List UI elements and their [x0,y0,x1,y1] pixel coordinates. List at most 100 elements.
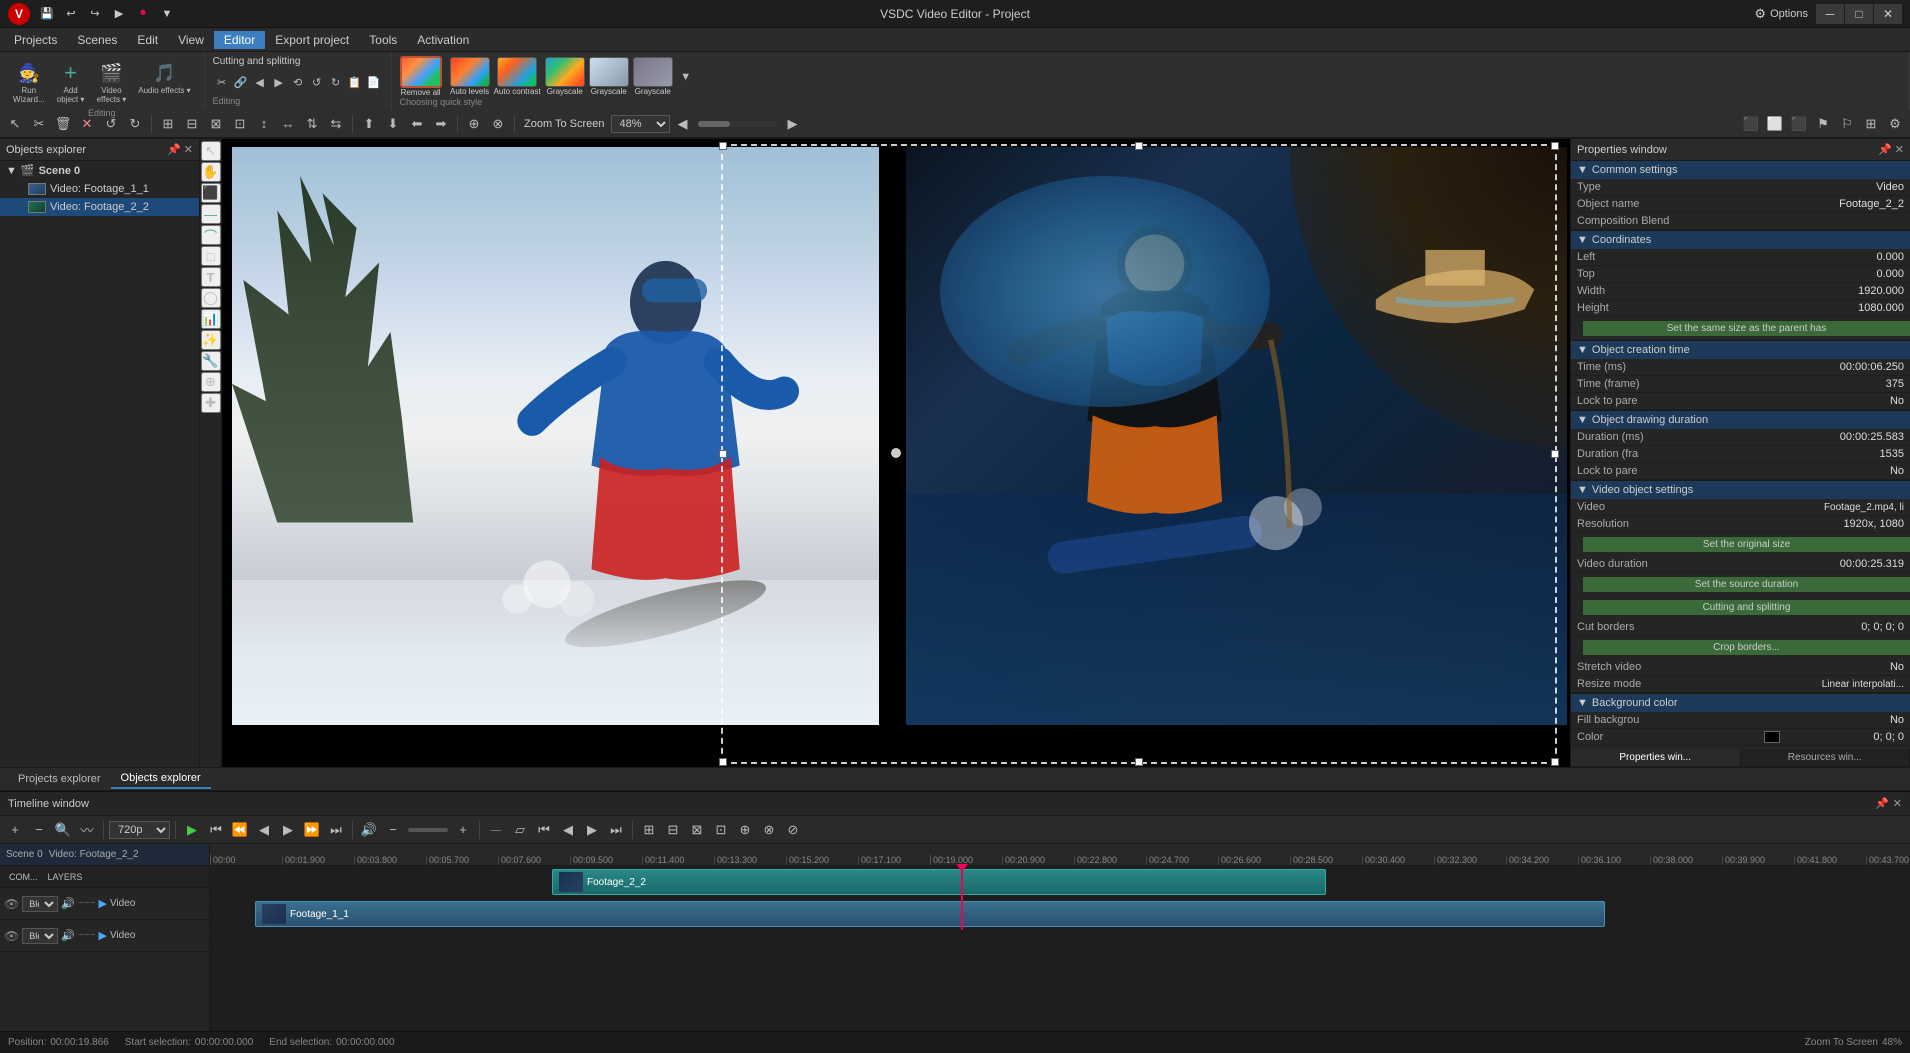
resolution-dropdown[interactable]: 720p 1080p [109,821,170,839]
tl-remove[interactable]: − [28,819,50,841]
t2-r5[interactable]: ⚐ [1836,113,1858,135]
run-wizard-button[interactable]: 🧙 RunWizard... [8,56,50,108]
lt-filter[interactable]: 🔧 [201,351,221,371]
tl-next-frame[interactable]: ⏩ [301,819,323,841]
quick-access-play[interactable]: ▶ [108,3,130,25]
tl-snake[interactable]: 〰 [76,819,98,841]
t2-align8[interactable]: ⇆ [325,113,347,135]
t2-redo2[interactable]: ↻ [124,113,146,135]
preview-area[interactable] [222,139,1570,767]
menu-tools[interactable]: Tools [359,31,407,49]
t2-r4[interactable]: ⚑ [1812,113,1834,135]
tl-step-back[interactable]: ◀ [253,819,275,841]
tl-next-mark2[interactable]: ⏭ [605,819,627,841]
t2-undo2[interactable]: ↺ [100,113,122,135]
track-2-eye[interactable]: 👁 [4,929,19,943]
layers-btn[interactable]: LAYERS [45,866,86,888]
t2-align3[interactable]: ⊠ [205,113,227,135]
com-btn[interactable]: COM... [6,866,41,888]
timeline-pin[interactable]: 📌 [1875,797,1889,810]
t2-x[interactable]: ✕ [76,113,98,135]
track-2-blend[interactable]: Blend [22,928,58,944]
select-btn[interactable]: ↖ [4,113,26,135]
lt-layers[interactable]: ⊕ [201,372,221,392]
tl-play[interactable]: ▶ [181,819,203,841]
tl-prev-frame[interactable]: ⏪ [229,819,251,841]
tl-snap1[interactable]: ⊞ [638,819,660,841]
menu-activation[interactable]: Activation [407,31,479,49]
tl-step-fwd[interactable]: ▶ [277,819,299,841]
tl-vol[interactable]: 🔊 [358,819,380,841]
t2-align7[interactable]: ⇅ [301,113,323,135]
menu-view[interactable]: View [168,31,214,49]
copy-btn[interactable]: 📋 [346,74,364,92]
quick-access-dropdown[interactable]: ▼ [156,3,178,25]
drawing-duration-header[interactable]: ▼ Object drawing duration [1571,411,1910,429]
t2-r1[interactable]: ⬛ [1740,113,1762,135]
menu-edit[interactable]: Edit [127,31,168,49]
objects-explorer-tab[interactable]: Objects explorer [111,769,211,789]
projects-explorer-tab[interactable]: Projects explorer [8,770,111,788]
paste-btn[interactable]: 📄 [365,74,383,92]
properties-tab[interactable]: Properties win... [1571,749,1741,766]
common-settings-header[interactable]: ▼ Common settings [1571,161,1910,179]
tl-to-start[interactable]: ⏮ [205,819,227,841]
lt-move[interactable]: ✋ [201,162,221,182]
coordinates-header[interactable]: ▼ Coordinates [1571,231,1910,249]
track-1-eye[interactable]: 👁 [4,897,19,911]
source-duration-button[interactable]: Set the source duration [1583,577,1910,592]
menu-export[interactable]: Export project [265,31,359,49]
tl-mark-out[interactable]: ⏥ [509,819,531,841]
t2-move2[interactable]: ⬇ [382,113,404,135]
zoom-select[interactable]: 48% 25% 50% 75% 100% [611,115,670,133]
tl-to-end[interactable]: ⏭ [325,819,347,841]
tl-prev-mark2[interactable]: ◀ [557,819,579,841]
undo-btn[interactable]: ↺ [308,74,326,92]
tl-snap3[interactable]: ⊠ [686,819,708,841]
audio-effects-button[interactable]: 🎵 Audio effects ▾ [133,56,195,108]
redo-btn[interactable]: ↻ [327,74,345,92]
menu-projects[interactable]: Projects [4,31,67,49]
quick-style-more[interactable]: ▼ [677,68,695,86]
same-size-button[interactable]: Set the same size as the parent has [1583,321,1910,336]
t2-move3[interactable]: ⬅ [406,113,428,135]
t2-layer1[interactable]: ⊕ [463,113,485,135]
lt-shape[interactable]: ◯ [201,288,221,308]
handle-bl[interactable] [719,758,727,766]
add-object-button[interactable]: + Addobject ▾ [52,56,90,108]
tl-zoom-in[interactable]: 🔍 [52,819,74,841]
lt-effects[interactable]: ✨ [201,330,221,350]
tl-add[interactable]: + [4,819,26,841]
t2-r3[interactable]: ⬛ [1788,113,1810,135]
original-size-button[interactable]: Set the original size [1583,537,1910,552]
cut-btn[interactable]: ✂ [213,74,231,92]
t2-r7[interactable]: ⚙ [1884,113,1906,135]
lt-select[interactable]: ↖ [201,141,221,161]
lt-crop[interactable]: ⬛ [201,183,221,203]
merge-btn[interactable]: 🔗 [232,74,250,92]
zoom-slider-right[interactable]: ▶ [782,113,804,135]
tl-next-mark[interactable]: ▶ [581,819,603,841]
tl-snap2[interactable]: ⊟ [662,819,684,841]
zoom-slider-left[interactable]: ◀ [672,113,694,135]
t2-align5[interactable]: ↕ [253,113,275,135]
timeline-close[interactable]: ✕ [1893,797,1902,810]
vol-slider[interactable] [408,828,448,832]
lt-draw3[interactable]: □ [201,246,221,266]
lt-text[interactable]: T [201,267,221,287]
tl-snap5[interactable]: ⊕ [734,819,756,841]
right-btn[interactable]: ▶ [270,74,288,92]
maximize-button[interactable]: □ [1845,4,1873,24]
crop-borders-button[interactable]: Crop borders... [1583,640,1910,655]
lt-draw1[interactable]: — [201,204,221,224]
props-pin[interactable]: 📌 [1878,143,1892,156]
t2-delete[interactable]: 🗑 [52,113,74,135]
tl-vol-slider[interactable]: − [382,819,404,841]
quick-access-redo[interactable]: ↪ [84,3,106,25]
color-swatch[interactable] [1764,731,1780,743]
menu-scenes[interactable]: Scenes [67,31,127,49]
quick-access-undo[interactable]: ↩ [60,3,82,25]
zoom-slider[interactable] [698,121,778,127]
props-close[interactable]: ✕ [1895,143,1904,156]
objects-explorer-pin[interactable]: 📌 [167,143,181,156]
